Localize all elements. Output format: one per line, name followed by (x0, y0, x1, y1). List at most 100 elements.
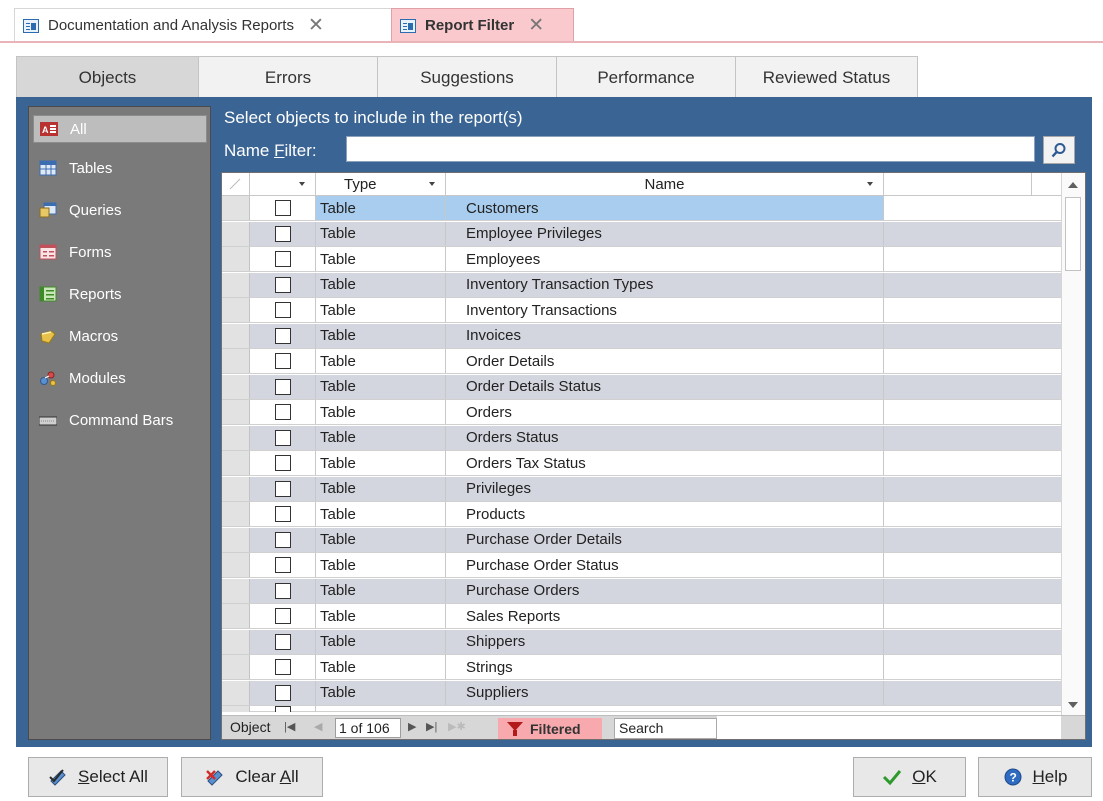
type-cell[interactable]: Table (316, 629, 446, 654)
name-cell[interactable]: Customers (446, 196, 884, 220)
name-cell[interactable]: Inventory Transactions (446, 298, 884, 322)
table-row[interactable]: Table Shippers (222, 629, 1062, 655)
record-selector[interactable] (222, 400, 250, 424)
column-header-include[interactable] (250, 173, 316, 195)
table-row[interactable]: Table Inventory Transaction Types (222, 272, 1062, 298)
record-selector[interactable] (222, 680, 250, 705)
include-checkbox[interactable] (274, 404, 291, 420)
record-selector[interactable] (222, 298, 250, 322)
include-checkbox[interactable] (274, 327, 291, 344)
record-selector[interactable] (222, 502, 250, 526)
close-icon[interactable]: ✕ (528, 16, 544, 35)
record-selector[interactable] (222, 476, 250, 501)
type-cell[interactable]: Table (316, 272, 446, 297)
column-header-name[interactable]: Name (446, 173, 884, 195)
name-cell[interactable]: Employee Privileges (446, 221, 884, 246)
tab-performance[interactable]: Performance (556, 56, 736, 98)
table-row[interactable]: Table Privileges (222, 476, 1062, 502)
table-row[interactable]: Table Strings (222, 655, 1062, 680)
type-cell[interactable]: Table (316, 400, 446, 424)
type-cell[interactable]: Table (316, 502, 446, 526)
filter-search-button[interactable] (1043, 136, 1075, 164)
include-checkbox[interactable] (274, 225, 291, 242)
column-header-type[interactable]: Type (316, 173, 446, 195)
type-cell[interactable]: Table (316, 553, 446, 577)
name-cell[interactable]: Privileges (446, 476, 884, 501)
name-cell[interactable]: Purchase Order Details (446, 527, 884, 552)
type-cell[interactable]: Table (316, 527, 446, 552)
tab-reviewed-status[interactable]: Reviewed Status (735, 56, 918, 98)
name-cell[interactable]: Suppliers (446, 680, 884, 705)
type-cell[interactable]: Table (316, 247, 446, 271)
record-selector[interactable] (222, 629, 250, 654)
record-selector[interactable] (222, 196, 250, 220)
type-cell[interactable]: Table (316, 221, 446, 246)
type-cell[interactable]: Table (316, 451, 446, 475)
name-cell[interactable]: Orders Status (446, 425, 884, 450)
first-record-icon[interactable]: |◀ (284, 720, 295, 733)
table-row[interactable]: Table Suppliers (222, 680, 1062, 706)
table-row[interactable]: Table Employees (222, 247, 1062, 272)
tab-documentation-and-analysis-reports[interactable]: Documentation and Analysis Reports ✕ (14, 8, 392, 42)
filtered-toggle[interactable]: Filtered (498, 718, 602, 739)
scroll-down-icon[interactable] (1062, 695, 1084, 715)
record-selector[interactable] (222, 349, 250, 373)
name-cell[interactable]: Inventory Transaction Types (446, 272, 884, 297)
record-selector[interactable] (222, 247, 250, 271)
table-row[interactable]: Table Purchase Order Details (222, 527, 1062, 553)
tab-errors[interactable]: Errors (198, 56, 378, 98)
include-checkbox[interactable] (274, 353, 291, 369)
include-checkbox[interactable] (274, 429, 291, 446)
previous-record-icon[interactable]: ◀ (314, 720, 322, 733)
name-cell[interactable]: Products (446, 502, 884, 526)
type-cell[interactable]: Table (316, 655, 446, 679)
record-selector[interactable] (222, 272, 250, 297)
record-selector[interactable] (222, 374, 250, 399)
sidebar-item-tables[interactable]: Tables (33, 154, 207, 182)
type-cell[interactable]: Table (316, 425, 446, 450)
type-cell[interactable]: Table (316, 604, 446, 628)
sidebar-item-forms[interactable]: Forms (33, 238, 207, 266)
include-checkbox[interactable] (274, 608, 291, 624)
table-row[interactable]: Table Purchase Order Status (222, 553, 1062, 578)
name-cell[interactable]: Order Details Status (446, 374, 884, 399)
chevron-down-icon[interactable] (299, 182, 305, 186)
include-checkbox[interactable] (274, 684, 291, 701)
table-row[interactable]: Table Orders (222, 400, 1062, 425)
sidebar-item-queries[interactable]: Queries (33, 196, 207, 224)
name-cell[interactable]: Employees (446, 247, 884, 271)
type-cell[interactable]: Table (316, 680, 446, 705)
ok-button[interactable]: OK (853, 757, 966, 797)
name-cell[interactable]: Sales Reports (446, 604, 884, 628)
record-selector[interactable] (222, 425, 250, 450)
name-cell[interactable]: Shippers (446, 629, 884, 654)
table-row[interactable]: Table Order Details Status (222, 374, 1062, 400)
name-cell[interactable]: Order Details (446, 349, 884, 373)
table-row[interactable]: Table Customers (222, 196, 1062, 221)
include-checkbox[interactable] (274, 506, 291, 522)
record-selector[interactable] (222, 451, 250, 475)
sidebar-item-macros[interactable]: Macros (33, 322, 207, 350)
select-all-button[interactable]: Select All (28, 757, 168, 797)
table-row[interactable]: Table Orders Status (222, 425, 1062, 451)
name-cell[interactable]: Strings (446, 655, 884, 679)
include-checkbox[interactable] (274, 582, 291, 599)
name-filter-input[interactable] (346, 136, 1035, 162)
sidebar-item-command-bars[interactable]: Command Bars (33, 406, 207, 434)
chevron-down-icon[interactable] (429, 182, 435, 186)
type-cell[interactable]: Table (316, 374, 446, 399)
name-cell[interactable]: Orders Tax Status (446, 451, 884, 475)
record-selector[interactable] (222, 323, 250, 348)
record-search-box[interactable]: Search (614, 718, 717, 739)
tab-report-filter[interactable]: Report Filter ✕ (391, 8, 574, 42)
last-record-icon[interactable]: ▶| (426, 720, 437, 733)
table-row[interactable]: Table Invoices (222, 323, 1062, 349)
type-cell[interactable]: Table (316, 196, 446, 220)
table-row[interactable]: Table Order Details (222, 349, 1062, 374)
type-cell[interactable]: Table (316, 578, 446, 603)
scroll-thumb[interactable] (1065, 197, 1081, 271)
sidebar-item-all[interactable]: A All (33, 115, 207, 143)
record-selector[interactable] (222, 553, 250, 577)
include-checkbox[interactable] (274, 480, 291, 497)
type-cell[interactable]: Table (316, 323, 446, 348)
